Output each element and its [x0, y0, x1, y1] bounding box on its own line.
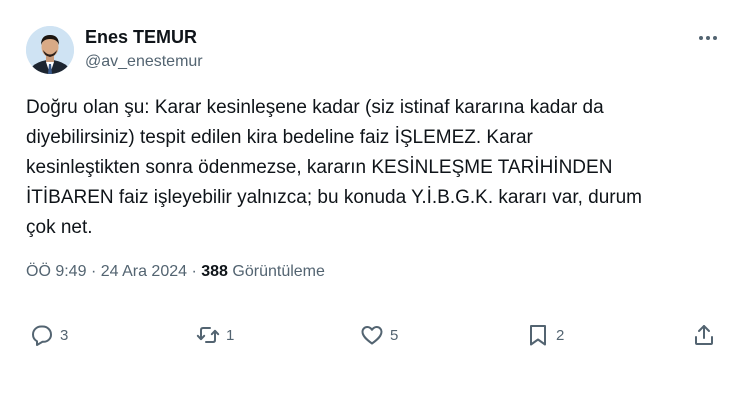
- meta-separator: ·: [191, 263, 197, 280]
- share-icon: [695, 325, 713, 345]
- views-count: 388: [201, 263, 228, 280]
- reply-count: 3: [60, 326, 69, 344]
- meta-separator: ·: [90, 263, 97, 280]
- share-button[interactable]: [692, 322, 716, 348]
- heart-icon: [361, 326, 383, 345]
- reply-button[interactable]: 3: [30, 322, 68, 348]
- bookmark-button[interactable]: 2: [526, 322, 564, 348]
- tweet-date[interactable]: 24 Ara 2024: [101, 263, 187, 280]
- repost-icon: [196, 327, 220, 343]
- more-options-button[interactable]: [696, 28, 720, 48]
- like-button[interactable]: 5: [360, 322, 398, 348]
- more-dots-icon: [699, 36, 717, 40]
- repost-button[interactable]: 1: [196, 322, 234, 348]
- tweet-card: Enes TEMUR @av_enestemur Doğru olan şu: …: [0, 0, 730, 420]
- bookmark-icon: [530, 325, 546, 346]
- avatar-photo: [26, 26, 74, 74]
- repost-count: 1: [226, 326, 235, 344]
- tweet-time[interactable]: ÖÖ 9:49: [26, 263, 86, 280]
- tweet-meta: ÖÖ 9:49 · 24 Ara 2024 · 388 Görüntüleme: [26, 263, 325, 281]
- tweet-text: Doğru olan şu: Karar kesinleşene kadar (…: [26, 97, 643, 238]
- like-count: 5: [390, 326, 399, 344]
- author-handle[interactable]: @av_enestemur: [85, 53, 203, 71]
- author-name[interactable]: Enes TEMUR: [85, 27, 197, 48]
- avatar[interactable]: [26, 26, 74, 74]
- views-label: Görüntüleme: [232, 263, 325, 280]
- reply-icon: [32, 325, 52, 346]
- bookmark-count: 2: [556, 326, 565, 344]
